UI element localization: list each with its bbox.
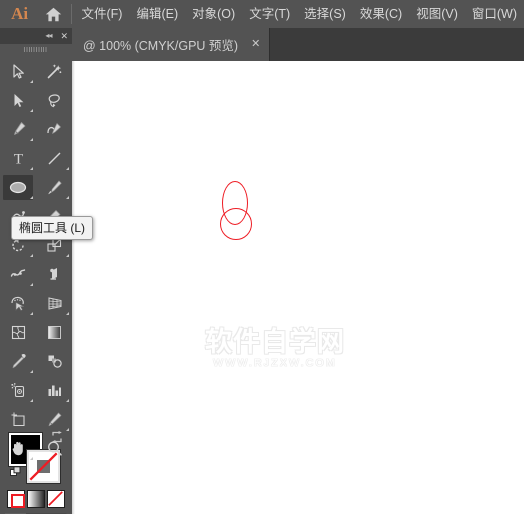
line-segment-tool[interactable]	[36, 144, 72, 173]
free-transform-tool[interactable]	[36, 260, 72, 289]
document-tab-title: @ 100% (CMYK/GPU 预览)	[83, 39, 239, 53]
flyout-indicator-icon	[30, 283, 33, 286]
menu-type[interactable]: 文字(T)	[242, 0, 297, 28]
direct-selection-tool[interactable]	[0, 86, 36, 115]
paint-mode-color[interactable]	[7, 490, 25, 508]
selection-tool[interactable]	[0, 57, 36, 86]
watermark: 软件自学网 WWW.RJZXW.COM	[200, 327, 350, 370]
pen-tool[interactable]	[0, 115, 36, 144]
toolbox-header: ◂◂ ✕	[0, 28, 72, 44]
paintbrush-tool[interactable]	[36, 173, 72, 202]
flyout-indicator-icon	[30, 80, 33, 83]
flyout-indicator-icon	[30, 196, 33, 199]
menubar-divider	[70, 4, 72, 24]
flyout-indicator-icon	[30, 457, 33, 460]
canvas-edge-shadow	[72, 61, 75, 514]
curvature-tool[interactable]	[36, 115, 72, 144]
blend-tool[interactable]	[36, 347, 72, 376]
lasso-tool[interactable]	[36, 86, 72, 115]
watermark-main-text: 软件自学网	[205, 327, 345, 357]
close-icon[interactable]: ✕	[251, 39, 260, 50]
flyout-indicator-icon	[66, 254, 69, 257]
home-icon[interactable]	[39, 0, 68, 28]
type-tool[interactable]: T	[0, 144, 36, 173]
flyout-indicator-icon	[66, 196, 69, 199]
toolbox-drag-grip[interactable]	[0, 44, 72, 55]
flyout-indicator-icon	[66, 167, 69, 170]
tool-grid: T	[0, 57, 72, 463]
column-graph-tool[interactable]	[36, 376, 72, 405]
document-tab[interactable]: @ 100% (CMYK/GPU 预览) ✕	[72, 28, 271, 61]
flyout-indicator-icon	[30, 399, 33, 402]
illustrator-window: Ai 文件(F) 编辑(E) 对象(O) 文字(T) 选择(S) 效果(C) 视…	[0, 0, 524, 514]
flyout-indicator-icon	[30, 167, 33, 170]
menu-object[interactable]: 对象(O)	[185, 0, 242, 28]
flyout-indicator-icon	[30, 370, 33, 373]
circle-shape[interactable]	[220, 208, 252, 240]
artboard-canvas[interactable]: 软件自学网 WWW.RJZXW.COM	[72, 61, 524, 514]
paint-mode-none[interactable]	[47, 490, 65, 508]
menu-edit[interactable]: 编辑(E)	[129, 0, 185, 28]
flyout-indicator-icon	[30, 254, 33, 257]
width-tool[interactable]	[0, 260, 36, 289]
menu-select[interactable]: 选择(S)	[297, 0, 353, 28]
menu-window[interactable]: 窗口(W)	[465, 0, 524, 28]
flyout-indicator-icon	[66, 399, 69, 402]
app-logo: Ai	[11, 4, 29, 23]
flyout-indicator-icon	[30, 138, 33, 141]
document-tab-bar: @ 100% (CMYK/GPU 预览) ✕	[0, 28, 524, 61]
flyout-indicator-icon	[66, 428, 69, 431]
toolbox-panel: ◂◂ ✕ T 椭圆工具 (L)	[0, 28, 94, 514]
grip-dots-icon	[24, 47, 48, 52]
flyout-indicator-icon	[66, 312, 69, 315]
perspective-grid-tool[interactable]	[36, 289, 72, 318]
paint-mode-buttons	[7, 490, 65, 508]
symbol-sprayer-tool[interactable]	[0, 376, 36, 405]
menu-bar: Ai 文件(F) 编辑(E) 对象(O) 文字(T) 选择(S) 效果(C) 视…	[0, 0, 524, 28]
tool-tooltip: 椭圆工具 (L)	[11, 216, 94, 240]
watermark-sub-text: WWW.RJZXW.COM	[213, 357, 337, 370]
gradient-tool[interactable]	[36, 318, 72, 347]
shape-builder-tool[interactable]	[0, 289, 36, 318]
menu-effect[interactable]: 效果(C)	[353, 0, 409, 28]
default-fill-stroke-icon[interactable]	[10, 466, 22, 478]
menu-file[interactable]: 文件(F)	[75, 0, 130, 28]
flyout-indicator-icon	[30, 312, 33, 315]
collapse-icon[interactable]: ◂◂	[45, 32, 52, 40]
mesh-tool[interactable]	[0, 318, 36, 347]
menu-view[interactable]: 视图(V)	[409, 0, 465, 28]
svg-text:T: T	[13, 152, 22, 168]
paint-mode-gradient[interactable]	[27, 490, 45, 508]
flyout-indicator-icon	[30, 109, 33, 112]
eyedropper-tool[interactable]	[0, 347, 36, 376]
close-icon[interactable]: ✕	[60, 31, 68, 41]
magic-wand-tool[interactable]	[36, 57, 72, 86]
ellipse-tool[interactable]	[0, 173, 36, 202]
